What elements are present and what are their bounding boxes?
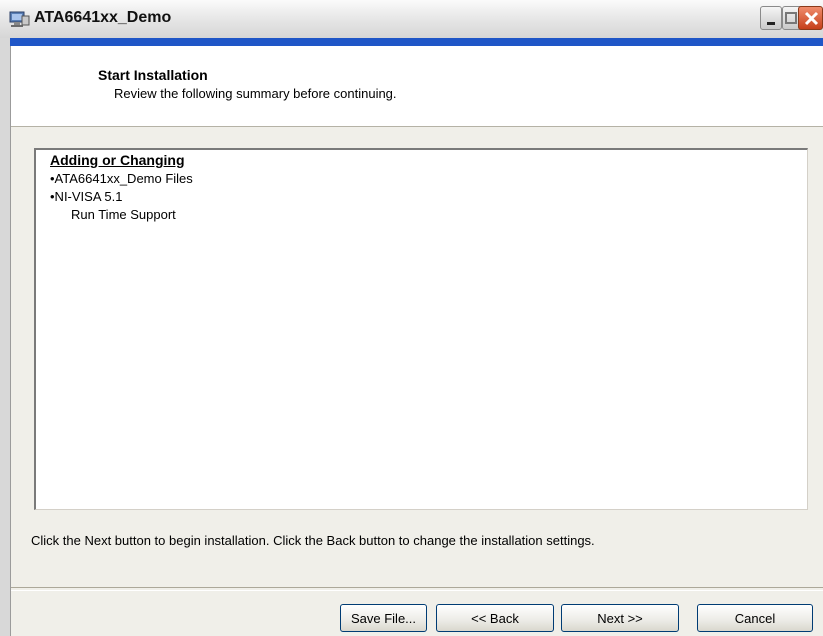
summary-box[interactable]: Adding or Changing •ATA6641xx_Demo Files… [34,148,808,510]
summary-subitem: Run Time Support [71,207,176,222]
page-title: Start Installation [98,67,208,83]
minimize-icon [767,22,775,25]
installer-window: ATA6641xx_Demo Start Installation Review… [0,0,823,636]
header-panel: Start Installation Review the following … [11,46,823,127]
close-button[interactable] [798,6,823,30]
installer-icon [8,10,30,28]
next-button[interactable]: Next >> [561,604,679,632]
instruction-text: Click the Next button to begin installat… [31,533,595,548]
title-bar[interactable]: ATA6641xx_Demo [0,0,823,39]
close-icon [804,11,819,26]
window-frame [0,38,11,636]
summary-heading: Adding or Changing [50,152,185,168]
page-subtitle: Review the following summary before cont… [114,86,397,101]
summary-item: •ATA6641xx_Demo Files [50,171,193,186]
accent-strip [10,38,823,46]
cancel-button[interactable]: Cancel [697,604,813,632]
save-file-button[interactable]: Save File... [340,604,427,632]
minimize-button[interactable] [760,6,782,30]
maximize-icon [785,12,797,24]
back-button[interactable]: << Back [436,604,554,632]
window-title: ATA6641xx_Demo [34,9,172,26]
summary-item: •NI-VISA 5.1 [50,189,123,204]
button-separator [11,587,823,591]
